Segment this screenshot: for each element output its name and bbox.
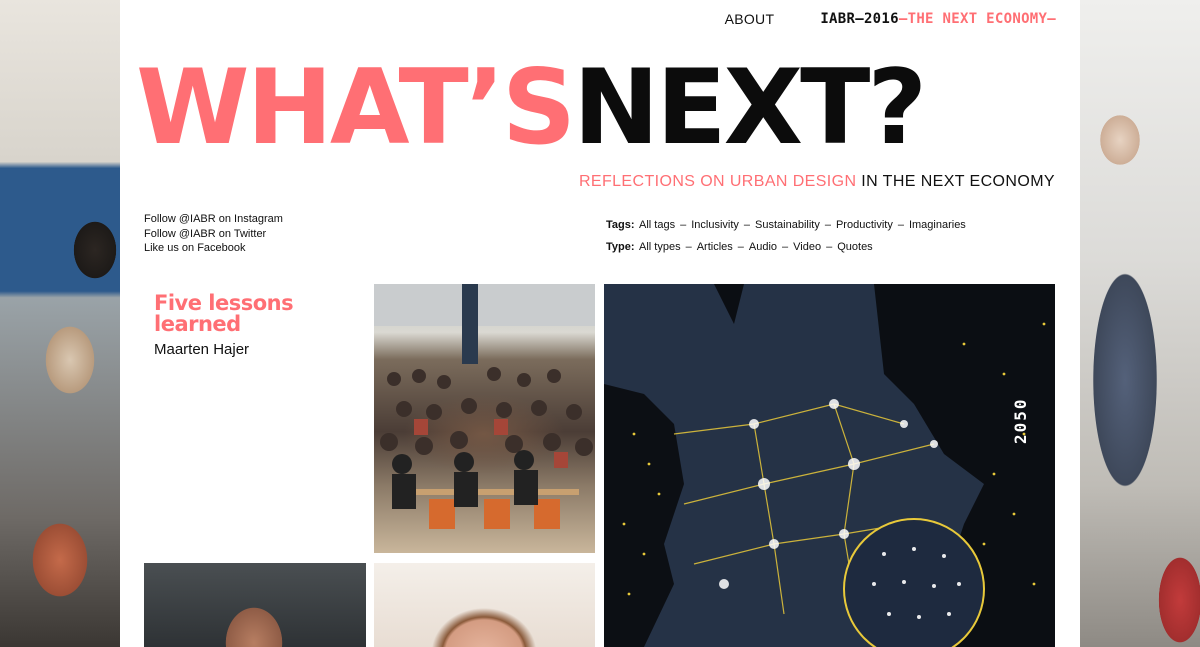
tag-imaginaries[interactable]: Imaginaries xyxy=(909,219,966,231)
type-quotes[interactable]: Quotes xyxy=(837,241,872,253)
tag-inclusivity[interactable]: Inclusivity xyxy=(691,219,739,231)
type-filter: Type: All types – Articles – Audio – Video –… xyxy=(606,241,966,263)
social-links: Follow @IABR on Instagram Follow @IABR o… xyxy=(144,212,283,256)
portrait-photo-tile-2[interactable] xyxy=(374,563,595,647)
facebook-link[interactable]: Like us on Facebook xyxy=(144,241,283,256)
separator: – xyxy=(826,241,833,253)
site-headline[interactable]: WHAT’SNEXT? xyxy=(136,46,1066,170)
post-title-line2: learned xyxy=(154,312,241,336)
separator: – xyxy=(897,219,904,231)
audience-illustration xyxy=(374,284,595,529)
site-tagline: REFLECTIONS ON URBAN DESIGN IN THE NEXT … xyxy=(579,173,1055,191)
type-label: Type: xyxy=(606,241,635,253)
separator: – xyxy=(737,241,744,253)
filters: Tags: All tags – Inclusivity – Sustainabil… xyxy=(606,219,966,263)
iabr-theme: —THE NEXT ECONOMY— xyxy=(898,11,1056,27)
type-video[interactable]: Video xyxy=(793,241,821,253)
background-photo-left xyxy=(0,0,120,647)
portrait-photo-tile-1[interactable] xyxy=(144,563,366,647)
top-navigation: ABOUT IABR—2016—THE NEXT ECONOMY— xyxy=(725,11,1056,27)
type-audio[interactable]: Audio xyxy=(749,241,777,253)
post-author: Maarten Hajer xyxy=(154,341,250,358)
map-year-label: 2050 xyxy=(1011,397,1030,444)
tag-all[interactable]: All tags xyxy=(639,219,675,231)
main-page: ABOUT IABR—2016—THE NEXT ECONOMY— WHAT’S… xyxy=(120,0,1080,647)
audience-photo-tile[interactable] xyxy=(374,284,595,553)
twitter-link[interactable]: Follow @IABR on Twitter xyxy=(144,227,283,242)
tag-productivity[interactable]: Productivity xyxy=(836,219,893,231)
post-title-link[interactable]: Five lessons learned xyxy=(154,293,354,335)
separator: – xyxy=(743,219,751,231)
separator: – xyxy=(824,219,831,231)
tags-filter: Tags: All tags – Inclusivity – Sustainabil… xyxy=(606,219,966,241)
separator: – xyxy=(782,241,789,253)
post-title-line1: Five lessons xyxy=(154,291,294,315)
tags-label: Tags: xyxy=(606,219,635,231)
tagline-pink: REFLECTIONS ON URBAN DESIGN xyxy=(578,173,857,190)
tag-sustainability[interactable]: Sustainability xyxy=(755,219,820,231)
about-link[interactable]: ABOUT xyxy=(725,11,775,27)
background-photo-right xyxy=(1080,0,1200,647)
type-articles[interactable]: Articles xyxy=(697,241,733,253)
separator: – xyxy=(680,219,687,231)
instagram-link[interactable]: Follow @IABR on Instagram xyxy=(144,212,283,227)
headline-whats: WHAT’S xyxy=(136,48,576,168)
iabr-link[interactable]: IABR—2016—THE NEXT ECONOMY— xyxy=(820,11,1056,27)
iabr-year: IABR—2016 xyxy=(820,11,899,27)
map-tile[interactable]: 2050 xyxy=(604,284,1055,647)
tagline-dark: IN THE NEXT ECONOMY xyxy=(856,173,1055,190)
separator: – xyxy=(685,241,692,253)
headline-next: NEXT? xyxy=(573,48,927,168)
north-sea-map: 2050 xyxy=(604,284,1055,647)
type-all[interactable]: All types xyxy=(639,241,681,253)
